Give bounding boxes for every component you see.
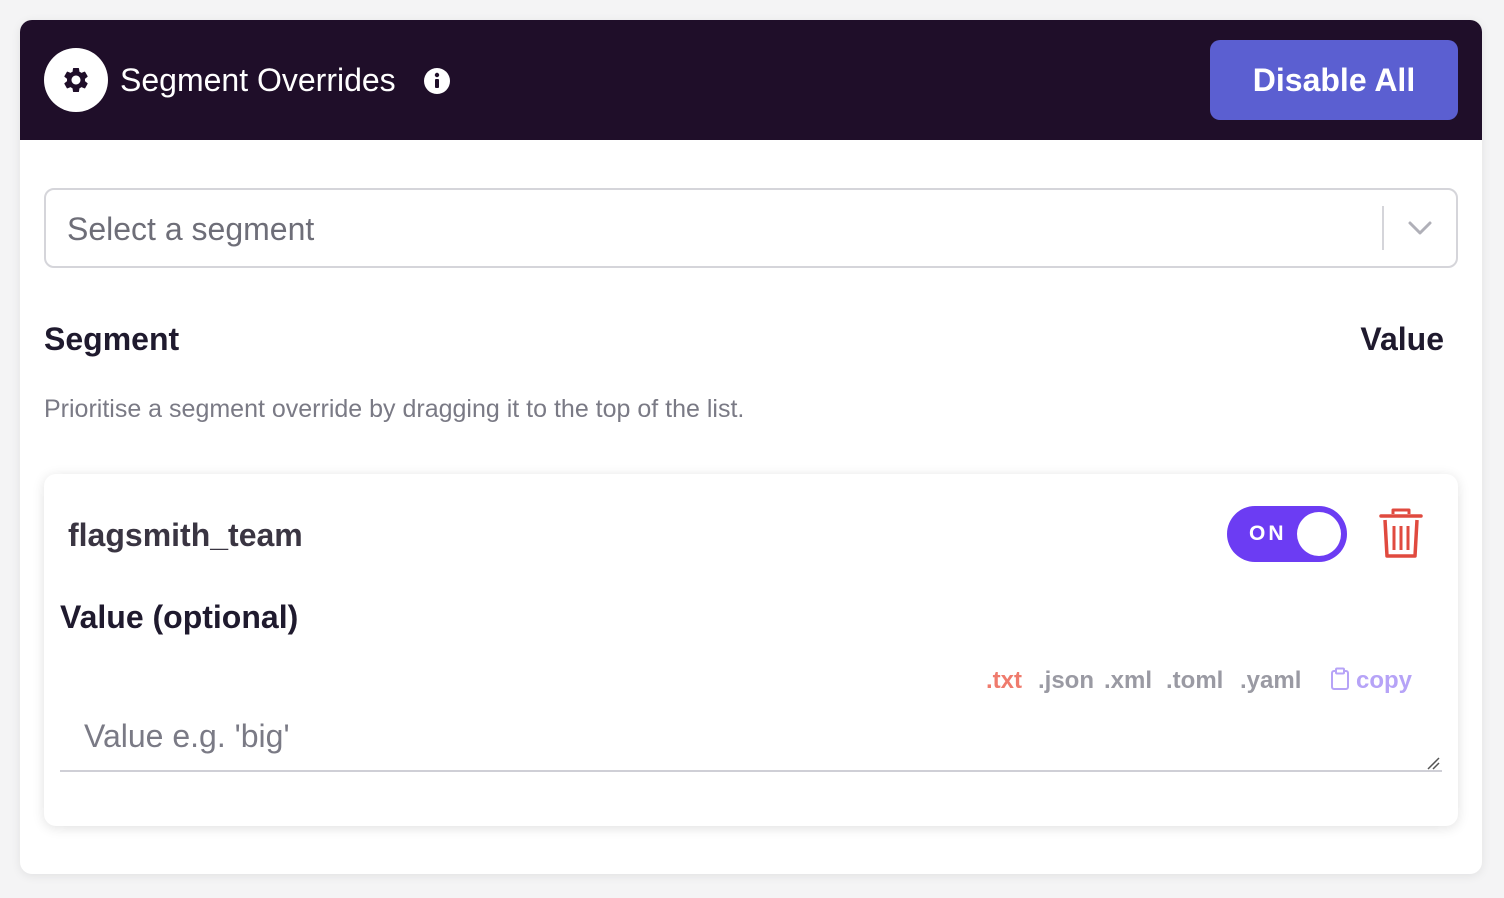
format-txt[interactable]: .txt <box>986 666 1022 696</box>
segment-overrides-panel: Segment Overrides Disable All Select a s… <box>20 20 1482 874</box>
copy-button[interactable]: copy <box>1330 666 1412 696</box>
column-header-segment: Segment <box>44 321 180 357</box>
copy-label: copy <box>1356 667 1413 694</box>
info-icon[interactable] <box>424 68 450 94</box>
gear-icon <box>44 48 108 112</box>
segment-name: flagsmith_team <box>68 517 303 553</box>
format-json[interactable]: .json <box>1038 666 1094 696</box>
value-label: Value (optional) <box>60 599 299 635</box>
value-input[interactable] <box>60 702 1442 772</box>
format-xml[interactable]: .xml <box>1104 666 1152 696</box>
chevron-down-icon[interactable] <box>1406 216 1434 240</box>
column-header-value: Value <box>1360 321 1444 357</box>
disable-all-button[interactable]: Disable All <box>1210 40 1458 120</box>
clipboard-icon <box>1331 667 1349 690</box>
select-divider <box>1382 206 1384 250</box>
override-toggle[interactable]: ON <box>1227 506 1347 562</box>
resize-handle-icon[interactable] <box>1426 756 1440 770</box>
format-toml[interactable]: .toml <box>1166 666 1223 696</box>
segment-select[interactable]: Select a segment <box>44 188 1458 268</box>
page-title: Segment Overrides <box>120 62 396 98</box>
toggle-label: ON <box>1249 522 1287 545</box>
segment-override-card[interactable]: flagsmith_team ON Value (optional) .txt … <box>44 474 1458 826</box>
format-yaml[interactable]: .yaml <box>1240 666 1301 696</box>
panel-header: Segment Overrides Disable All <box>20 20 1482 140</box>
priority-hint: Prioritise a segment override by draggin… <box>44 395 745 423</box>
segment-select-placeholder: Select a segment <box>67 211 315 247</box>
toggle-knob <box>1297 512 1341 556</box>
trash-icon[interactable] <box>1378 506 1424 560</box>
